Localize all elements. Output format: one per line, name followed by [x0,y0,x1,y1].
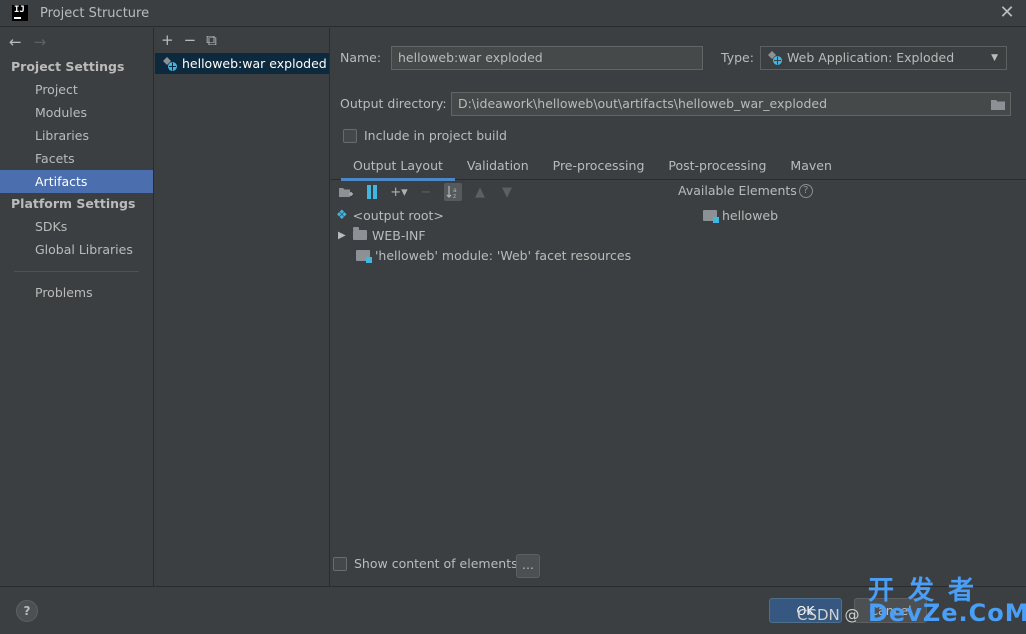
available-elements-label: Available Elements [678,183,797,198]
tab-output-layout[interactable]: Output Layout [341,154,455,181]
artifact-toolbar: + − ⧉ [155,28,329,52]
sidebar-item-libraries[interactable]: Libraries [0,124,153,147]
copy-icon[interactable]: ⧉ [206,31,217,49]
show-content-row[interactable]: Show content of elements [333,556,518,571]
svg-text:z: z [453,193,456,199]
include-build-checkbox[interactable] [343,128,357,143]
tab-maven[interactable]: Maven [778,154,843,180]
tree-item-facet-resources[interactable]: 'helloweb' module: 'Web' facet resources [356,245,631,265]
intellij-logo-icon: IJ [12,5,28,21]
nav-arrows: ← → [0,28,153,56]
artifact-details-panel: Name: helloweb:war exploded Type: Web Ap… [331,28,1026,586]
platform-settings-header: Platform Settings [11,196,136,211]
tree-item-label: WEB-INF [372,227,426,243]
window-title: Project Structure [40,5,150,21]
name-input[interactable]: helloweb:war exploded [391,46,703,70]
sidebar-item-problems[interactable]: Problems [0,281,153,304]
artifact-item-label: helloweb:war exploded [182,56,327,71]
settings-sidebar: ← → Project Settings Project Modules Lib… [0,28,154,586]
tree-item-output-root[interactable]: ❖ <output root> [336,205,444,225]
project-settings-header: Project Settings [11,59,125,74]
move-up-icon[interactable]: ▲ [471,183,489,201]
new-directory-icon[interactable] [336,183,354,201]
artifact-list-panel: + − ⧉ helloweb:war exploded [155,28,330,586]
dialog-footer: ? OK Cancel CSDN @ 开发者 DevZe.CoM [0,576,1026,634]
sort-elements-icon[interactable]: az [444,183,462,201]
artifact-tabs: Output Layout Validation Pre-processing … [331,154,1026,181]
tab-post-processing[interactable]: Post-processing [656,154,778,180]
move-down-icon[interactable]: ▼ [498,183,516,201]
sidebar-item-sdks[interactable]: SDKs [0,215,153,238]
help-icon[interactable]: ? [798,183,813,198]
module-icon [703,209,719,223]
show-content-label: Show content of elements [354,556,518,571]
output-root-icon: ❖ [336,207,348,223]
module-icon [356,249,372,263]
tree-item-label: <output root> [352,207,444,223]
close-icon[interactable]: ✕ [998,4,1016,22]
include-build-label: Include in project build [364,128,507,143]
sidebar-item-project[interactable]: Project [0,78,153,101]
tree-item-web-inf[interactable]: ▶ WEB-INF [338,225,426,245]
new-archive-icon[interactable] [363,183,381,201]
tab-validation[interactable]: Validation [455,154,541,180]
artifact-item[interactable]: helloweb:war exploded [155,53,329,74]
add-icon[interactable]: + [161,31,174,49]
browse-folder-icon[interactable] [990,98,1006,111]
sidebar-item-artifacts[interactable]: Artifacts [0,170,153,193]
include-build-row[interactable]: Include in project build [343,128,507,143]
output-directory-label: Output directory: [340,96,447,111]
available-item-label: helloweb [722,207,779,223]
help-button[interactable]: ? [16,600,38,622]
web-artifact-icon [163,56,177,71]
type-select[interactable]: Web Application: Exploded ▼ [760,46,1007,70]
available-item-helloweb[interactable]: helloweb [703,205,778,225]
tab-pre-processing[interactable]: Pre-processing [541,154,657,180]
sidebar-item-global-libraries[interactable]: Global Libraries [0,238,153,261]
folder-icon [353,227,367,240]
forward-arrow-icon[interactable]: → [34,33,47,51]
available-elements-header: Available Elements ? [678,183,813,198]
output-directory-input[interactable]: D:\ideawork\helloweb\out\artifacts\hello… [451,92,1011,116]
title-bar: IJ Project Structure ✕ [0,0,1026,27]
chevron-down-icon: ▼ [991,53,998,63]
sidebar-divider [14,271,139,272]
chevron-right-icon[interactable]: ▶ [338,230,348,241]
sidebar-item-modules[interactable]: Modules [0,101,153,124]
remove-element-icon[interactable]: − [417,183,435,201]
web-artifact-icon [768,51,782,65]
type-select-value: Web Application: Exploded [787,50,955,65]
name-label: Name: [340,50,382,65]
show-content-options-button[interactable]: ... [516,554,540,578]
watermark-csdn: CSDN @ [797,606,860,624]
show-content-checkbox[interactable] [333,556,347,571]
back-arrow-icon[interactable]: ← [9,33,22,51]
add-copy-of-icon[interactable]: +▾ [390,183,408,201]
watermark-devze: DevZe.CoM [868,599,1026,627]
sidebar-item-facets[interactable]: Facets [0,147,153,170]
remove-icon[interactable]: − [184,31,197,49]
type-label: Type: [721,50,754,65]
tree-item-label: 'helloweb' module: 'Web' facet resources [375,247,632,263]
